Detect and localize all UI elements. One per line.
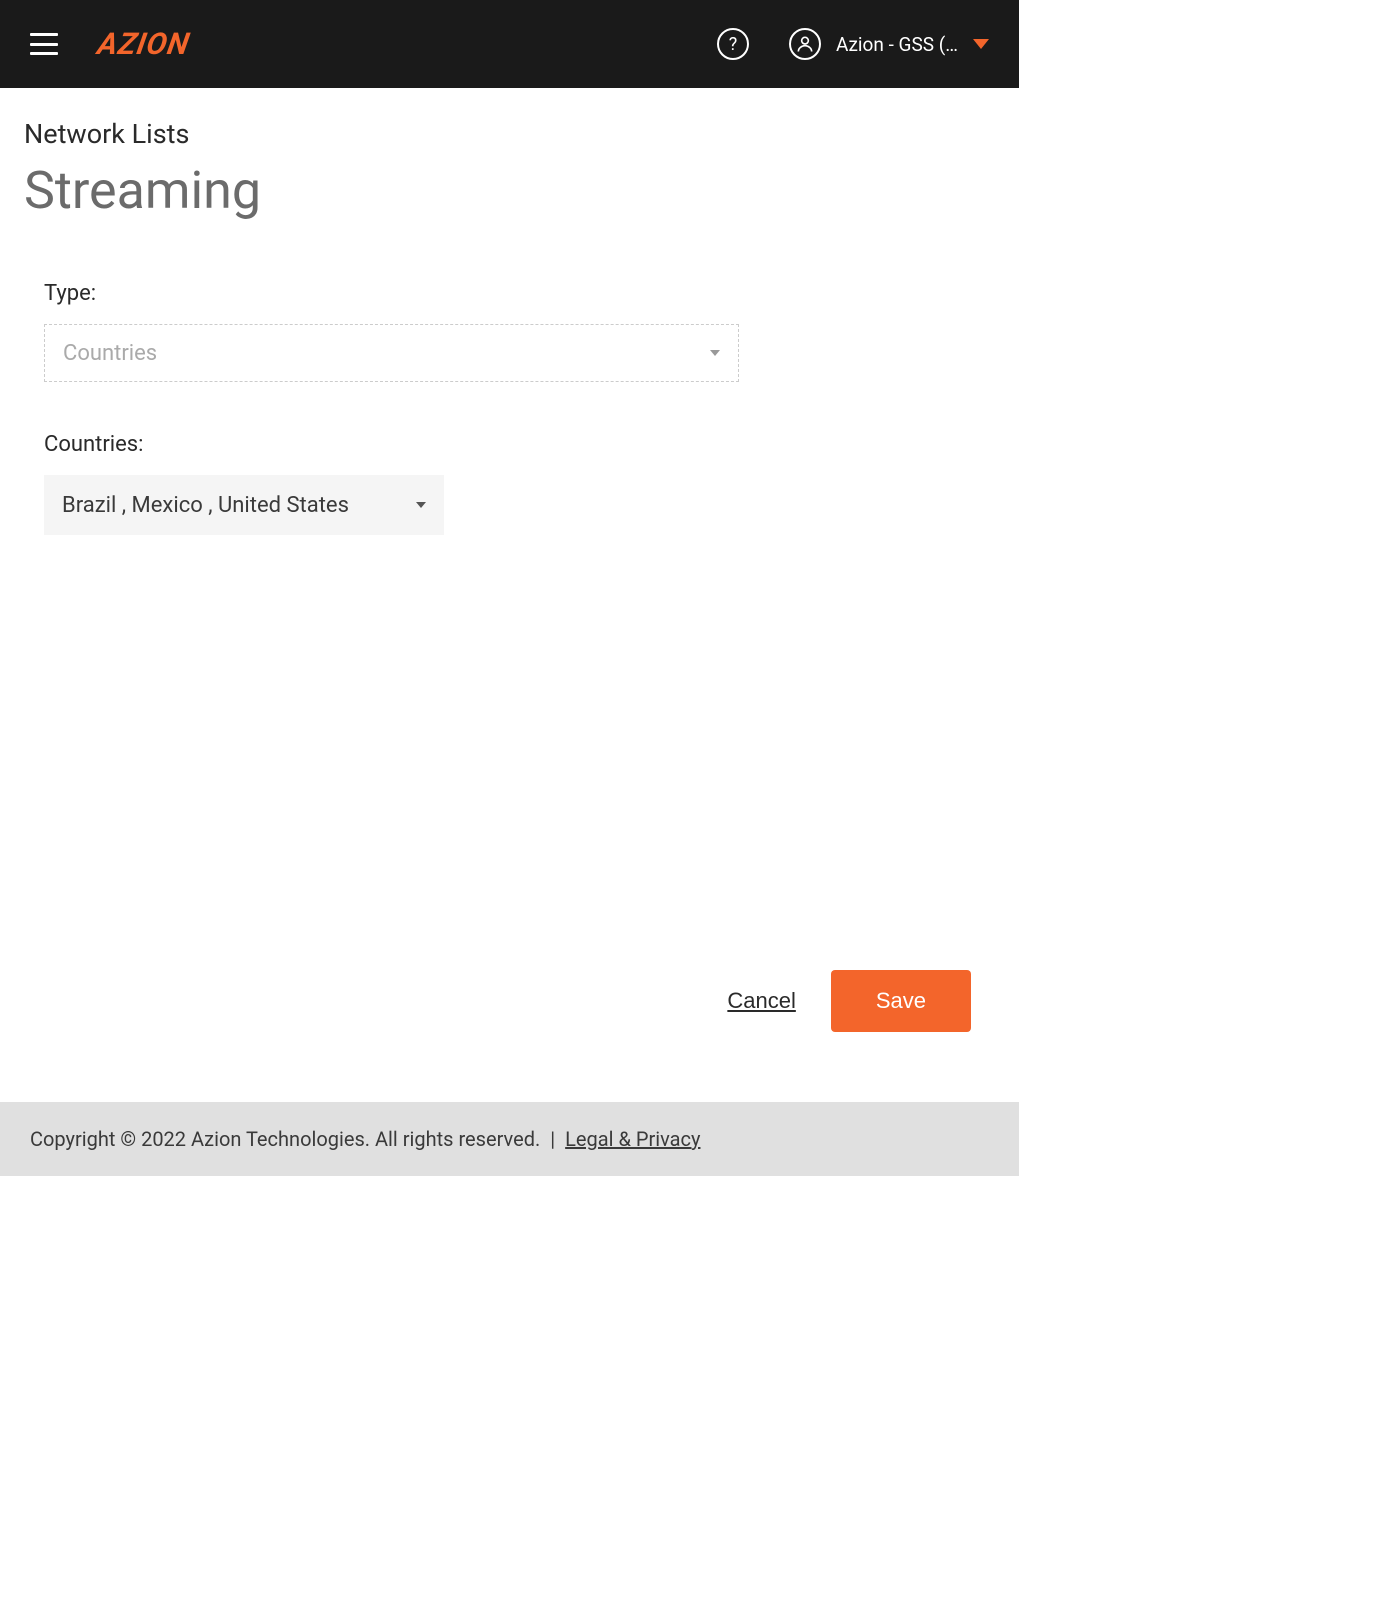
help-icon[interactable]: ? bbox=[717, 28, 749, 60]
footer-divider: | bbox=[550, 1127, 555, 1151]
footer: Copyright © 2022 Azion Technologies. All… bbox=[0, 1102, 1019, 1176]
save-button[interactable]: Save bbox=[831, 970, 971, 1032]
countries-select[interactable]: Brazil , Mexico , United States bbox=[44, 475, 444, 535]
main-content: Network Lists Streaming Type: Countries … bbox=[0, 88, 1019, 1102]
countries-label: Countries: bbox=[44, 432, 975, 457]
header-right: ? Azion - GSS (… bbox=[717, 28, 989, 60]
breadcrumb[interactable]: Network Lists bbox=[24, 118, 995, 150]
chevron-down-icon bbox=[416, 502, 426, 508]
cancel-button[interactable]: Cancel bbox=[727, 988, 795, 1014]
chevron-down-icon bbox=[710, 350, 720, 356]
type-select[interactable]: Countries bbox=[44, 324, 739, 382]
legal-privacy-link[interactable]: Legal & Privacy bbox=[565, 1127, 700, 1151]
account-name: Azion - GSS (… bbox=[836, 33, 958, 56]
type-select-value: Countries bbox=[63, 341, 157, 366]
header-left: AZION bbox=[30, 27, 189, 62]
chevron-down-icon bbox=[973, 39, 989, 49]
form-section: Type: Countries Countries: Brazil , Mexi… bbox=[24, 281, 995, 535]
menu-icon[interactable] bbox=[30, 33, 58, 55]
footer-copyright: Copyright © 2022 Azion Technologies. All… bbox=[30, 1127, 540, 1151]
type-label: Type: bbox=[44, 281, 975, 306]
user-icon bbox=[789, 28, 821, 60]
app-header: AZION ? Azion - GSS (… bbox=[0, 0, 1019, 88]
countries-select-value: Brazil , Mexico , United States bbox=[62, 493, 349, 518]
logo[interactable]: AZION bbox=[95, 27, 193, 62]
page-title: Streaming bbox=[24, 160, 995, 221]
action-bar: Cancel Save bbox=[24, 950, 995, 1072]
account-dropdown[interactable]: Azion - GSS (… bbox=[789, 28, 989, 60]
